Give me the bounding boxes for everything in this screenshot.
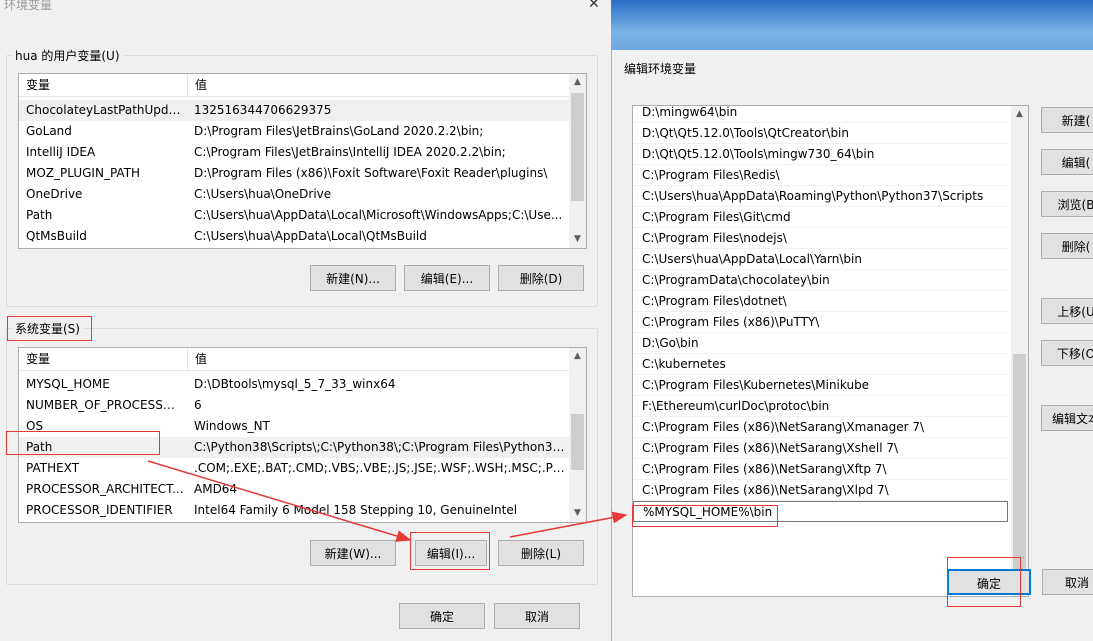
path-entry[interactable]: C:\ProgramData\chocolatey\bin — [633, 270, 1008, 291]
path-entries-list[interactable]: D:\mingw64\bin D:\Qt\Qt5.12.0\Tools\QtCre… — [632, 105, 1029, 597]
path-entry[interactable]: C:\Program Files (x86)\NetSarang\Xshell … — [633, 438, 1008, 459]
edit-ok-button[interactable]: 确定 — [947, 569, 1031, 595]
move-up-button[interactable]: 上移(U — [1041, 298, 1093, 324]
table-row[interactable]: MYSQL_HOME D:\DBtools\mysql_5_7_33_winx6… — [19, 374, 569, 395]
table-row[interactable]: OS Windows_NT — [19, 416, 569, 437]
delete-entry-button[interactable]: 删除( — [1041, 233, 1093, 259]
table-row[interactable]: PATHEXT .COM;.EXE;.BAT;.CMD;.VBS;.VBE;.J… — [19, 458, 569, 479]
path-entry[interactable]: C:\Users\hua\AppData\Roaming\Python\Pyth… — [633, 186, 1008, 207]
system-variables-list[interactable]: 变量 值 MYSQL_HOME D:\DBtools\mysql_5_7_33_… — [18, 347, 587, 523]
table-row[interactable]: GoLand D:\Program Files\JetBrains\GoLand… — [19, 121, 569, 142]
user-list-scrollbar[interactable]: ▲ ▼ — [569, 74, 586, 248]
path-entry[interactable]: C:\Program Files (x86)\PuTTY\ — [633, 312, 1008, 333]
scroll-up-icon[interactable]: ▲ — [569, 74, 586, 91]
edit-environment-variable-dialog: 编辑环境变量 D:\mingw64\bin D:\Qt\Qt5.12.0\Tool… — [611, 50, 1093, 641]
dialog-title: 环境变量 — [4, 0, 53, 12]
new-entry-button[interactable]: 新建( — [1041, 107, 1093, 133]
user-variables-label: hua 的用户变量(U) — [12, 47, 123, 64]
path-entry[interactable]: C:\Program Files\dotnet\ — [633, 291, 1008, 312]
dialog-title: 编辑环境变量 — [624, 62, 697, 76]
list-header: 变量 值 — [19, 74, 569, 97]
environment-variables-dialog: 环境变量 ✕ hua 的用户变量(U) 变量 值 ChocolateyLastP… — [0, 0, 610, 641]
edit-text-button[interactable]: 编辑文本 — [1041, 405, 1093, 431]
browse-button[interactable]: 浏览(B — [1041, 191, 1093, 217]
table-row[interactable]: OneDrive C:\Users\hua\OneDrive — [19, 184, 569, 205]
scrollbar-thumb[interactable] — [1013, 354, 1026, 578]
system-new-button[interactable]: 新建(W)... — [310, 540, 396, 566]
column-header-variable[interactable]: 变量 — [19, 348, 188, 370]
scroll-down-icon[interactable]: ▼ — [569, 505, 586, 522]
system-edit-button[interactable]: 编辑(I)... — [415, 540, 487, 566]
scroll-up-icon[interactable]: ▲ — [569, 348, 586, 365]
scroll-up-icon[interactable]: ▲ — [1011, 106, 1028, 123]
user-delete-button[interactable]: 删除(D) — [498, 265, 584, 291]
table-row[interactable]: IntelliJ IDEA C:\Program Files\JetBrains… — [19, 142, 569, 163]
table-row[interactable]: ChocolateyLastPathUpdate 132516344706629… — [19, 100, 569, 121]
system-variables-label: 系统变量(S) — [12, 320, 83, 337]
path-entry[interactable]: C:\Users\hua\AppData\Local\Yarn\bin — [633, 249, 1008, 270]
edit-cancel-button[interactable]: 取消 — [1042, 569, 1093, 595]
table-row[interactable]: QtMsBuild C:\Users\hua\AppData\Local\QtM… — [19, 226, 569, 247]
path-entry[interactable]: C:\Program Files\Git\cmd — [633, 207, 1008, 228]
path-entry[interactable]: C:\Program Files\nodejs\ — [633, 228, 1008, 249]
path-entry-new[interactable]: %MYSQL_HOME%\bin — [633, 501, 1008, 522]
path-entry[interactable]: C:\Program Files (x86)\NetSarang\Xftp 7\ — [633, 459, 1008, 480]
path-entry[interactable]: D:\Qt\Qt5.12.0\Tools\QtCreator\bin — [633, 123, 1008, 144]
path-entry[interactable]: C:\kubernetes — [633, 354, 1008, 375]
path-entry[interactable]: C:\Program Files (x86)\NetSarang\Xlpd 7\ — [633, 480, 1008, 501]
close-icon[interactable]: ✕ — [588, 0, 600, 12]
scroll-down-icon[interactable]: ▼ — [569, 231, 586, 248]
move-down-button[interactable]: 下移(O — [1041, 340, 1093, 366]
table-row[interactable]: NUMBER_OF_PROCESSORS 6 — [19, 395, 569, 416]
path-entry[interactable]: D:\Qt\Qt5.12.0\Tools\mingw730_64\bin — [633, 144, 1008, 165]
edit-entry-button[interactable]: 编辑( — [1041, 149, 1093, 175]
path-entry[interactable]: C:\Program Files\Redis\ — [633, 165, 1008, 186]
list-header: 变量 值 — [19, 348, 569, 371]
scrollbar-thumb[interactable] — [571, 93, 584, 201]
path-entry[interactable]: D:\mingw64\bin — [633, 106, 1008, 123]
table-row[interactable]: MOZ_PLUGIN_PATH D:\Program Files (x86)\F… — [19, 163, 569, 184]
column-header-variable[interactable]: 变量 — [19, 74, 188, 96]
path-list-scrollbar[interactable]: ▲ ▼ — [1011, 106, 1028, 596]
column-header-value[interactable]: 值 — [188, 74, 207, 96]
user-new-button[interactable]: 新建(N)... — [310, 265, 396, 291]
system-list-scrollbar[interactable]: ▲ ▼ — [569, 348, 586, 522]
user-edit-button[interactable]: 编辑(E)... — [404, 265, 490, 291]
table-row[interactable]: PROCESSOR_IDENTIFIER Intel64 Family 6 Mo… — [19, 500, 569, 521]
table-row[interactable]: PROCESSOR_ARCHITECT... AMD64 — [19, 479, 569, 500]
cancel-button[interactable]: 取消 — [494, 603, 580, 629]
table-row[interactable]: Path C:\Users\hua\AppData\Local\Microsof… — [19, 205, 569, 226]
path-entry[interactable]: D:\Go\bin — [633, 333, 1008, 354]
path-entry[interactable]: C:\Program Files\Kubernetes\Minikube — [633, 375, 1008, 396]
table-row-selected[interactable]: Path C:\Python38\Scripts\;C:\Python38\;C… — [19, 437, 569, 458]
system-delete-button[interactable]: 删除(L) — [498, 540, 584, 566]
path-entry[interactable]: F:\Ethereum\curlDoc\protoc\bin — [633, 396, 1008, 417]
column-header-value[interactable]: 值 — [188, 348, 207, 370]
ok-button[interactable]: 确定 — [399, 603, 485, 629]
user-variables-list[interactable]: 变量 值 ChocolateyLastPathUpdate 1325163447… — [18, 73, 587, 249]
path-entry[interactable]: C:\Program Files (x86)\NetSarang\Xmanage… — [633, 417, 1008, 438]
scrollbar-thumb[interactable] — [571, 414, 584, 470]
